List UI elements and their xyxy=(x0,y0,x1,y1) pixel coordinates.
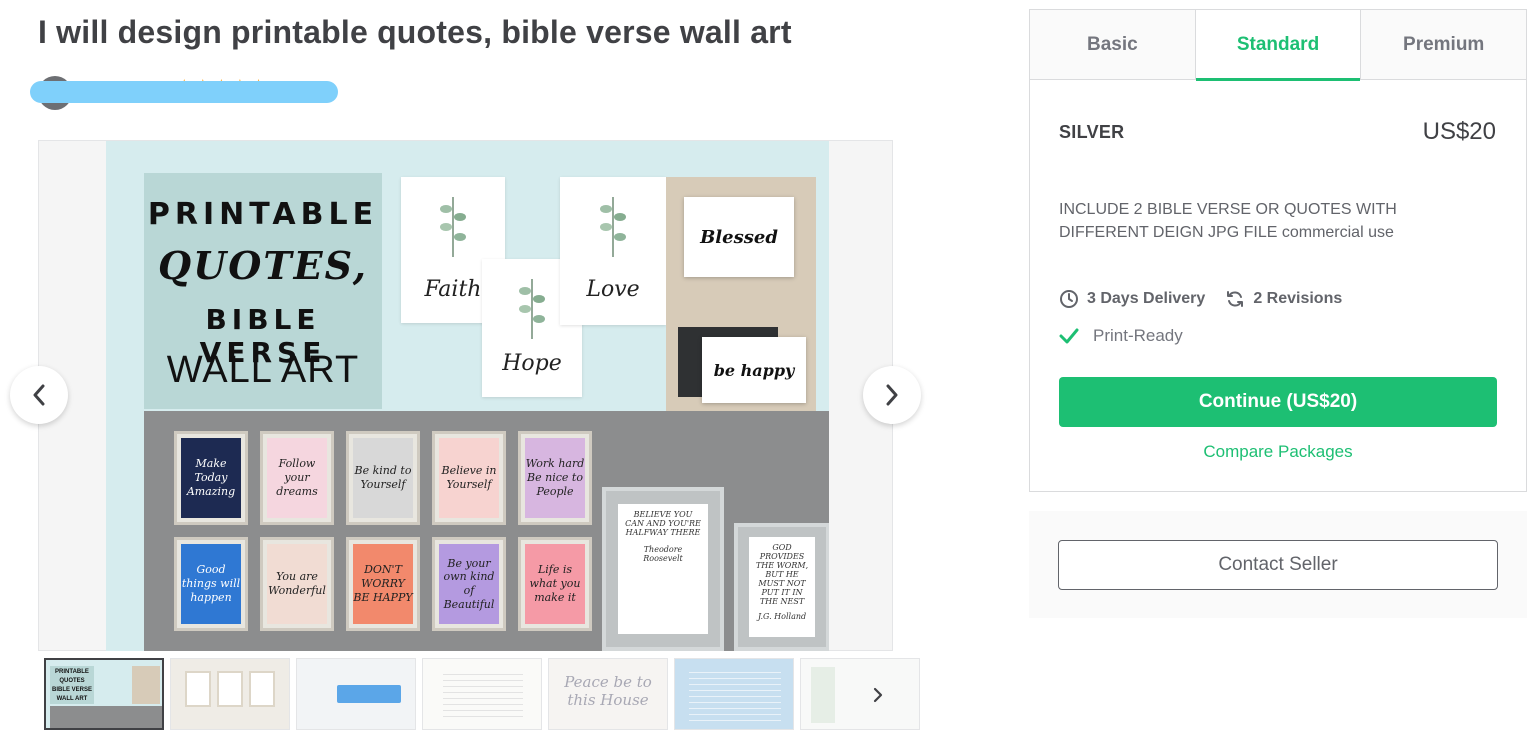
framed-print: Make Today Amazing xyxy=(174,431,248,525)
gig-title: I will design printable quotes, bible ve… xyxy=(38,14,792,50)
revisions-info: 2 Revisions xyxy=(1225,289,1342,309)
frame-text: Work hard Be nice to People xyxy=(525,438,585,518)
tab-basic[interactable]: Basic xyxy=(1030,10,1196,80)
package-description: INCLUDE 2 BIBLE VERSE OR QUOTES WITH DIF… xyxy=(1059,201,1397,241)
gallery-thumbnail[interactable] xyxy=(674,658,794,730)
contact-seller-panel: Contact Seller xyxy=(1029,511,1527,618)
framed-print: Work hard Be nice to People xyxy=(518,431,592,525)
frame-text: You are Wonderful xyxy=(267,544,327,624)
framed-print: Follow your dreams xyxy=(260,431,334,525)
revisions-label: 2 Revisions xyxy=(1253,290,1343,307)
print-card-love: Love xyxy=(560,177,666,325)
chevron-right-icon xyxy=(886,384,898,406)
framed-print: Good things will happen xyxy=(174,537,248,631)
frame-text: Good things will happen xyxy=(181,544,241,624)
refresh-icon xyxy=(1227,291,1244,307)
package-price: US$20 xyxy=(1422,118,1496,145)
gallery-next-button[interactable] xyxy=(863,366,921,424)
eucalyptus-icon xyxy=(519,279,545,339)
framed-print: You are Wonderful xyxy=(260,537,334,631)
large-framed-print: BELIEVE YOU CAN AND YOU'RE HALFWAY THERE… xyxy=(602,487,724,651)
frame-text: DON'T WORRY BE HAPPY xyxy=(353,544,413,624)
hero-title-panel: PRINTABLE QUOTES, BIBLE VERSE WALL ART xyxy=(144,173,382,409)
framed-print: Be kind to Yourself xyxy=(346,431,420,525)
large-framed-print: GOD PROVIDES THE WORM, BUT HE MUST NOT P… xyxy=(734,523,829,651)
compare-packages-link[interactable]: Compare Packages xyxy=(1059,442,1497,462)
framed-print: Believe in Yourself xyxy=(432,431,506,525)
gallery-main-image[interactable]: PRINTABLE QUOTES, BIBLE VERSE WALL ART F… xyxy=(106,141,829,651)
clock-icon xyxy=(1060,290,1078,308)
card-word: Hope xyxy=(502,351,562,376)
thumbnail-label: PRINTABLE QUOTES BIBLE VERSE WALL ART xyxy=(50,666,94,704)
tab-premium[interactable]: Premium xyxy=(1361,10,1526,80)
gallery-thumbnail[interactable] xyxy=(296,658,416,730)
gallery-thumbnail[interactable]: PRINTABLE QUOTES BIBLE VERSE WALL ART xyxy=(44,658,164,730)
be-happy-card: be happy xyxy=(702,337,806,403)
framed-prints-area: Make Today Amazing Follow your dreams Be… xyxy=(144,411,829,651)
package-selector: Basic Standard Premium SILVER US$20 INCL… xyxy=(1029,9,1527,492)
package-tabs: Basic Standard Premium xyxy=(1030,10,1526,81)
frame-quote: BELIEVE YOU CAN AND YOU'RE HALFWAY THERE xyxy=(625,510,701,537)
blessed-card: Blessed xyxy=(684,197,794,277)
package-feature: Print-Ready xyxy=(1059,326,1183,346)
frame-text: Life is what you make it xyxy=(525,544,585,624)
chevron-right-icon xyxy=(873,687,883,703)
frame-text: Be kind to Yourself xyxy=(353,438,413,518)
eucalyptus-icon xyxy=(600,197,626,257)
gallery-thumbnail[interactable] xyxy=(170,658,290,730)
thumbnails-next-button[interactable] xyxy=(868,684,888,706)
card-word: Love xyxy=(586,277,640,302)
seller-overview: ★★★★★ xyxy=(30,74,358,110)
chevron-left-icon xyxy=(33,384,45,406)
hero-line: PRINTABLE xyxy=(147,197,379,232)
gallery-thumbnail[interactable] xyxy=(800,658,920,730)
delivery-label: 3 Days Delivery xyxy=(1087,290,1206,307)
package-name: SILVER xyxy=(1059,122,1125,142)
gallery-prev-button[interactable] xyxy=(10,366,68,424)
framed-print: Life is what you make it xyxy=(518,537,592,631)
frame-author: J.G. Holland xyxy=(757,612,807,621)
gig-gallery: PRINTABLE QUOTES, BIBLE VERSE WALL ART F… xyxy=(38,140,893,651)
hero-line: WALL ART xyxy=(166,349,360,391)
tab-standard[interactable]: Standard xyxy=(1195,10,1362,81)
continue-button[interactable]: Continue (US$20) xyxy=(1059,377,1497,427)
gallery-thumbnail[interactable] xyxy=(422,658,542,730)
frame-author: Theodore Roosevelt xyxy=(643,545,683,563)
eucalyptus-icon xyxy=(440,197,466,257)
framed-print: DON'T WORRY BE HAPPY xyxy=(346,537,420,631)
envelopes-photo: Blessed be happy xyxy=(666,177,816,425)
package-meta: 3 Days Delivery 2 Revisions xyxy=(1059,289,1362,309)
contact-seller-button[interactable]: Contact Seller xyxy=(1058,540,1498,590)
thumbnail-label: Peace be to this House xyxy=(564,673,652,709)
frame-text: Believe in Yourself xyxy=(439,438,499,518)
frame-text: Be your own kind of Beautiful xyxy=(439,544,499,624)
frame-text: Follow your dreams xyxy=(267,438,327,518)
framed-print: Be your own kind of Beautiful xyxy=(432,537,506,631)
hero-line: QUOTES, xyxy=(158,243,368,288)
feature-label: Print-Ready xyxy=(1093,326,1183,345)
frame-quote: GOD PROVIDES THE WORM, BUT HE MUST NOT P… xyxy=(755,543,809,606)
delivery-info: 3 Days Delivery xyxy=(1059,289,1205,309)
gallery-thumbnail[interactable]: Peace be to this House xyxy=(548,658,668,730)
check-icon xyxy=(1059,328,1079,344)
frame-text: Make Today Amazing xyxy=(181,438,241,518)
gallery-thumbnails: PRINTABLE QUOTES BIBLE VERSE WALL ART Pe… xyxy=(38,656,920,732)
redaction-bar xyxy=(30,81,338,103)
